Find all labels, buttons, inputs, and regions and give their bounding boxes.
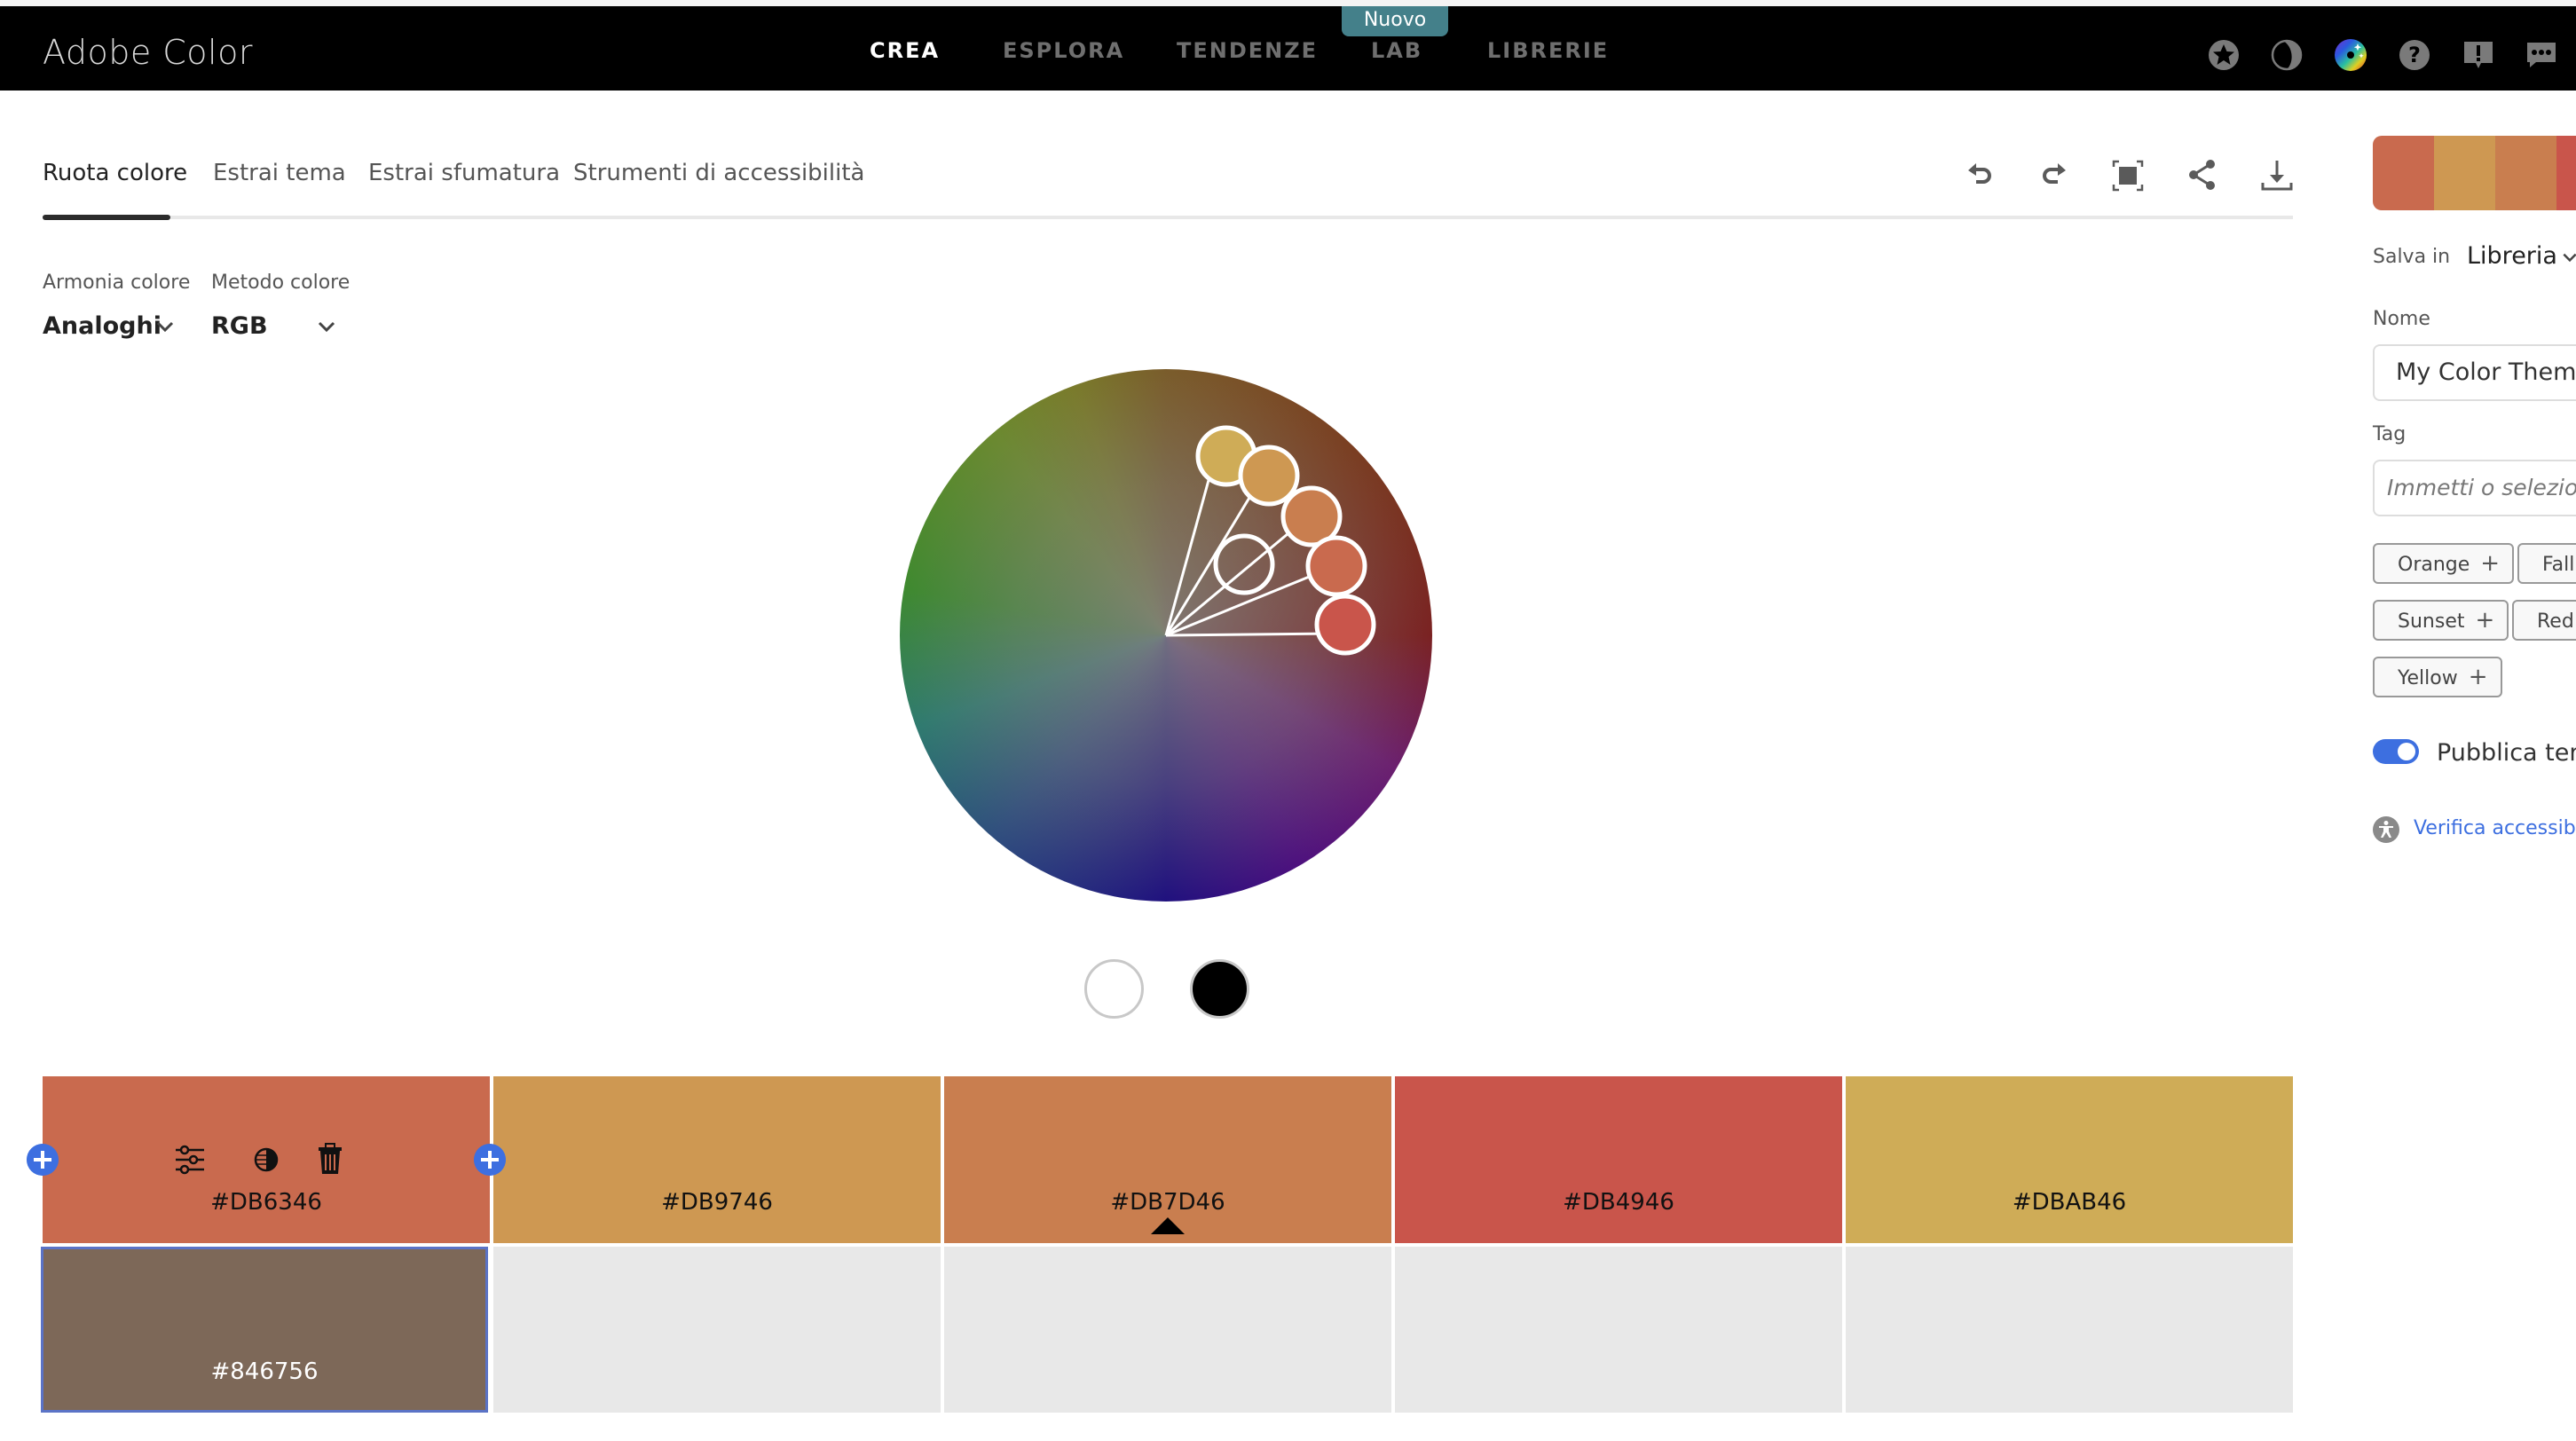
base-color-indicator-icon [1151, 1217, 1185, 1234]
color-wheel[interactable] [900, 369, 1432, 902]
publish-toggle[interactable] [2373, 739, 2419, 764]
tab-strumenti-accessibilita[interactable]: Strumenti di accessibilità [573, 160, 864, 186]
color-marker-846756[interactable] [1213, 533, 1275, 595]
tag-label: Orange [2398, 554, 2470, 576]
tag-label: Tag [2373, 423, 2407, 445]
black-color-button[interactable] [1190, 959, 1249, 1019]
harmony-dropdown[interactable]: Analoghi [43, 312, 161, 340]
secondary-swatch-hex[interactable]: #846756 [43, 1358, 485, 1385]
toggle-knob [2398, 743, 2415, 760]
tag-fall[interactable]: Fall+ [2517, 543, 2576, 584]
plus-icon: + [2480, 550, 2501, 577]
adjust-sliders-icon[interactable] [172, 1142, 208, 1177]
tab-estrai-tema[interactable]: Estrai tema [213, 160, 346, 186]
chevron-down-icon[interactable] [316, 316, 337, 337]
color-wheel-sparkle-icon[interactable] [2334, 38, 2367, 72]
star-icon[interactable] [2207, 38, 2241, 72]
swatch-hex[interactable]: #DB7D46 [944, 1189, 1391, 1216]
tag-label: Sunset [2398, 610, 2465, 633]
secondary-swatch[interactable]: #846756 [41, 1247, 488, 1413]
save-in-label: Salva in [2373, 246, 2451, 268]
color-marker-db9746[interactable] [1238, 445, 1300, 507]
nav-crea[interactable]: CREA [870, 38, 940, 63]
dark-mode-icon[interactable] [2270, 38, 2304, 72]
tab-estrai-sfumatura[interactable]: Estrai sfumatura [368, 160, 560, 186]
svg-text:?: ? [2408, 43, 2421, 67]
method-dropdown[interactable]: RGB [211, 312, 268, 340]
library-dropdown[interactable]: Libreria [2467, 242, 2557, 270]
add-swatch-right-button[interactable] [474, 1144, 506, 1176]
tag-input[interactable]: Immetti o seleziona [2373, 460, 2576, 516]
help-icon[interactable]: ? [2398, 38, 2431, 72]
app-title[interactable]: Adobe Color [43, 33, 253, 72]
tab-divider [43, 216, 2293, 219]
theme-name-input[interactable]: My Color Theme [2373, 344, 2576, 401]
download-icon[interactable] [2259, 158, 2295, 193]
trash-icon[interactable] [312, 1142, 348, 1177]
swatch-hex[interactable]: #DBAB46 [1846, 1189, 2293, 1216]
swatch-1[interactable]: #DB6346 [43, 1076, 490, 1243]
add-swatch-left-button[interactable] [27, 1144, 59, 1176]
harmony-label: Armonia colore [43, 272, 191, 294]
plus-icon: + [2475, 607, 2495, 634]
marker-line [1164, 484, 1259, 636]
empty-swatch-slot [1846, 1247, 2293, 1413]
color-marker-db6346[interactable] [1305, 535, 1367, 597]
undo-icon[interactable] [1963, 158, 1998, 193]
nav-tendenze[interactable]: TENDENZE [1177, 38, 1318, 63]
plus-icon: + [2468, 664, 2488, 690]
verify-accessibility-link[interactable]: Verifica accessibilità [2414, 817, 2576, 839]
chevron-down-icon[interactable] [154, 316, 176, 337]
empty-swatch-slot [493, 1247, 941, 1413]
redo-icon[interactable] [2036, 158, 2071, 193]
color-marker-db4946[interactable] [1314, 594, 1376, 656]
preview-color [2373, 136, 2434, 210]
name-label: Nome [2373, 308, 2430, 330]
tab-ruota-colore[interactable]: Ruota colore [43, 160, 187, 186]
marker-line [1165, 523, 1300, 637]
swatch-2[interactable]: #DB9746 [493, 1076, 941, 1243]
marker-line [1165, 570, 1323, 637]
swatch-hex[interactable]: #DB6346 [43, 1189, 490, 1216]
empty-swatch-slot [1395, 1247, 1842, 1413]
tag-yellow[interactable]: Yellow + [2373, 657, 2502, 697]
browser-strip [0, 0, 2576, 6]
swatch-3-base[interactable]: #DB7D46 [944, 1076, 1391, 1243]
share-icon[interactable] [2185, 158, 2220, 193]
publish-label: Pubblica tema [2437, 739, 2576, 767]
nav-librerie[interactable]: LIBRERIE [1487, 38, 1609, 63]
tag-sunset[interactable]: Sunset + [2373, 600, 2509, 641]
empty-swatch-slot [944, 1247, 1391, 1413]
preview-color [2556, 136, 2576, 210]
tag-label: Red [2537, 610, 2574, 633]
preview-color [2434, 136, 2495, 210]
tag-label: Yellow [2398, 667, 2458, 689]
swatch-hex[interactable]: #DB4946 [1395, 1189, 1842, 1216]
white-color-button[interactable] [1084, 959, 1144, 1019]
swatch-4[interactable]: #DB4946 [1395, 1076, 1842, 1243]
marker-line [1165, 632, 1335, 637]
marker-line [1164, 463, 1215, 636]
new-badge: Nuovo [1342, 6, 1448, 36]
top-bar: Adobe Color CREA ESPLORA TENDENZE Nuovo … [0, 6, 2576, 91]
chat-icon[interactable] [2525, 38, 2558, 72]
contrast-icon[interactable] [248, 1142, 284, 1177]
nav-esplora[interactable]: ESPLORA [1003, 38, 1124, 63]
tag-red[interactable]: Red+ [2512, 600, 2576, 641]
tag-orange[interactable]: Orange + [2373, 543, 2515, 584]
tag-label: Fall [2542, 554, 2575, 576]
swatch-5[interactable]: #DBAB46 [1846, 1076, 2293, 1243]
theme-preview [2373, 136, 2576, 210]
fullscreen-icon[interactable] [2110, 158, 2146, 193]
chevron-down-icon[interactable] [2561, 248, 2576, 266]
accessibility-icon [2373, 816, 2399, 843]
swatch-grid: #DB6346 #DB9746 #DB7D46 #DB4946 #DBAB46 … [27, 1076, 2293, 1413]
feedback-alert-icon[interactable] [2462, 38, 2495, 72]
method-label: Metodo colore [211, 272, 351, 294]
color-wheel-markers [1164, 425, 1376, 656]
tab-active-indicator [43, 215, 170, 220]
nav-lab[interactable]: LAB [1371, 38, 1422, 63]
swatch-hex[interactable]: #DB9746 [493, 1189, 941, 1216]
preview-color [2495, 136, 2556, 210]
